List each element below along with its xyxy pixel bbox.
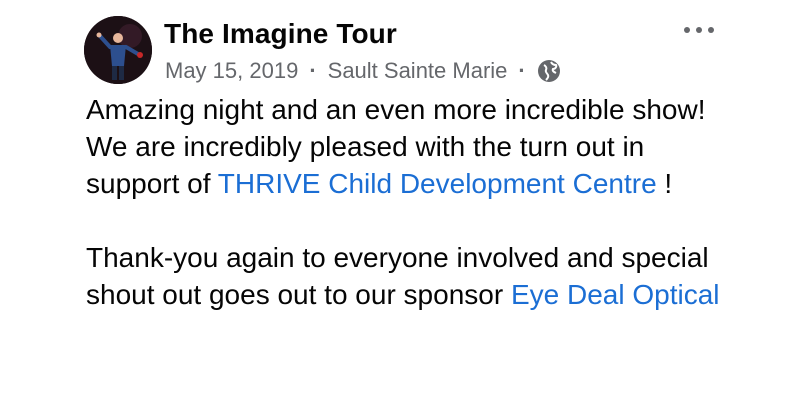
meta-separator: ·	[518, 58, 526, 83]
more-dot	[696, 27, 702, 33]
globe-icon	[537, 59, 561, 83]
eye-deal-optical-link[interactable]: Eye Deal Optical	[511, 279, 720, 310]
author-name[interactable]: The Imagine Tour	[164, 18, 397, 50]
post-text: Amazing night and an even more incredibl…	[86, 91, 726, 313]
more-dot	[708, 27, 714, 33]
post-paragraph-2: Thank-you again to everyone involved and…	[86, 239, 726, 313]
more-dot	[684, 27, 690, 33]
meta-separator: ·	[309, 58, 317, 83]
post-meta: May 15, 2019 · Sault Sainte Marie ·	[165, 58, 561, 84]
avatar-image	[84, 16, 152, 84]
more-options-icon[interactable]	[684, 20, 714, 40]
thrive-link[interactable]: THRIVE Child Development Centre	[218, 168, 657, 199]
post-location[interactable]: Sault Sainte Marie	[328, 58, 508, 84]
avatar[interactable]	[84, 16, 152, 84]
post-card: The Imagine Tour May 15, 2019 · Sault Sa…	[0, 0, 800, 400]
post-date[interactable]: May 15, 2019	[165, 58, 298, 84]
paragraph-1-end: !	[656, 168, 673, 199]
post-paragraph-1: Amazing night and an even more incredibl…	[86, 91, 726, 202]
